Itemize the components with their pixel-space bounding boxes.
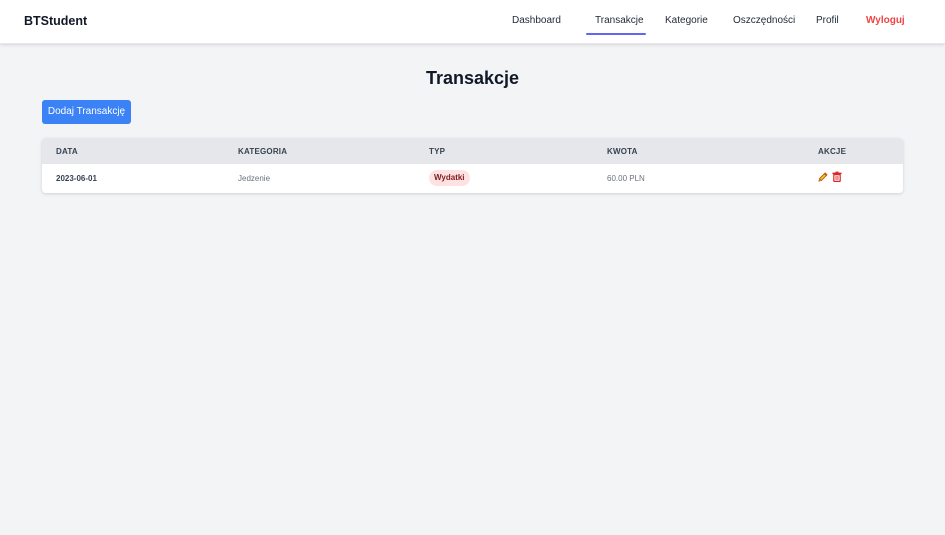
nav-item-kategorie[interactable]: Kategorie	[665, 15, 708, 26]
column-header-typ: TYP	[429, 147, 446, 156]
cell-date: 2023-06-01	[56, 174, 97, 183]
nav-item-transakcje[interactable]: Transakcje	[595, 15, 644, 26]
table-row: 2023-06-01 Jedzenie Wydatki 60.00 PLN	[42, 164, 903, 193]
brand-logo[interactable]: BTStudent	[24, 14, 87, 28]
logout-link[interactable]: Wyloguj	[866, 15, 905, 26]
column-header-akcje: AKCJE	[818, 147, 847, 156]
cell-category: Jedzenie	[238, 174, 271, 183]
column-header-kategoria: KATEGORIA	[238, 147, 288, 156]
add-transaction-button[interactable]: Dodaj Transakcję	[42, 100, 131, 124]
cell-amount: 60.00 PLN	[607, 174, 645, 183]
nav-item-dashboard[interactable]: Dashboard	[512, 15, 561, 26]
top-navbar: BTStudent Dashboard Transakcje Kategorie…	[0, 0, 945, 44]
page-title: Transakcje	[425, 68, 520, 88]
nav-active-indicator	[586, 33, 646, 35]
nav-item-oszczednosci[interactable]: Oszczędności	[733, 15, 795, 26]
transactions-table: DATA KATEGORIA TYP KWOTA AKCJE 2023-06-0…	[42, 138, 903, 193]
trash-icon[interactable]	[831, 171, 843, 183]
table-header: DATA KATEGORIA TYP KWOTA AKCJE	[42, 138, 903, 164]
pencil-icon[interactable]	[817, 171, 829, 183]
type-badge: Wydatki	[429, 170, 470, 186]
column-header-data: DATA	[56, 147, 78, 156]
nav-item-profil[interactable]: Profil	[816, 15, 839, 26]
column-header-kwota: KWOTA	[607, 147, 638, 156]
